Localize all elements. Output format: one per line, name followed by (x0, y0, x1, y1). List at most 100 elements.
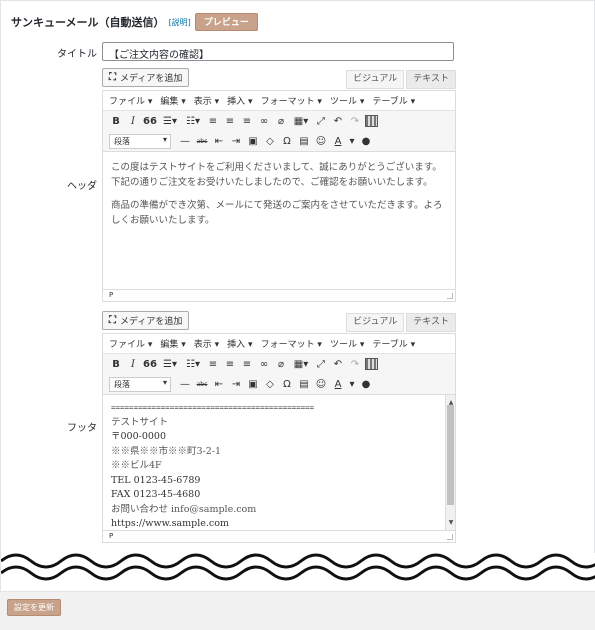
footer-scrollbar[interactable]: ▲ ▼ (445, 395, 455, 530)
menu-table[interactable]: テーブル ▾ (372, 337, 415, 350)
quote-icon[interactable]: 66 (143, 359, 157, 370)
kitchen-sink-icon[interactable] (365, 115, 378, 127)
section-title: サンキューメール（自動送信） (11, 16, 165, 29)
read-more-icon[interactable]: ▤ (297, 379, 311, 390)
link-icon[interactable]: ∞ (257, 116, 271, 127)
unlink-icon[interactable]: ⌀ (274, 116, 288, 127)
table-icon[interactable]: ▦▾ (291, 116, 311, 127)
paste-text-icon[interactable]: ▣ (246, 136, 260, 147)
footer-line-2: テストサイト (111, 416, 169, 428)
menu-insert[interactable]: 挿入 ▾ (227, 337, 252, 350)
align-left-icon[interactable]: ≡ (206, 359, 220, 370)
add-media-label: メディアを追加 (120, 74, 183, 84)
hr-icon[interactable]: — (178, 136, 192, 147)
align-center-icon[interactable]: ≡ (223, 116, 237, 127)
undo-icon[interactable]: ↶ (331, 359, 345, 370)
update-settings-button[interactable]: 設定を更新 (7, 599, 61, 616)
outdent-icon[interactable]: ⇤ (212, 379, 226, 390)
align-right-icon[interactable]: ≡ (240, 116, 254, 127)
scroll-down-icon[interactable]: ▼ (446, 515, 455, 530)
menu-edit[interactable]: 編集 ▾ (160, 94, 185, 107)
clear-format-icon[interactable]: ◇ (263, 379, 277, 390)
bullet-list-icon[interactable]: ☰▾ (160, 359, 180, 370)
special-char-icon[interactable]: Ω (280, 136, 294, 147)
align-right-icon[interactable]: ≡ (240, 359, 254, 370)
bold-icon[interactable]: B (109, 359, 123, 370)
footer-line-5: ※※ビル4F (111, 460, 162, 471)
menu-bar: ファイル ▾ 編集 ▾ 表示 ▾ 挿入 ▾ フォーマット ▾ ツール ▾ テーブ… (103, 91, 455, 111)
menu-format[interactable]: フォーマット ▾ (261, 94, 322, 107)
indent-icon[interactable]: ⇥ (229, 379, 243, 390)
menu-insert[interactable]: 挿入 ▾ (227, 94, 252, 107)
kitchen-sink-icon[interactable] (365, 358, 378, 370)
text-color-dropdown-icon[interactable]: ▾ (348, 136, 356, 147)
menu-file[interactable]: ファイル ▾ (109, 337, 152, 350)
add-media-label: メディアを追加 (120, 317, 183, 327)
text-color-icon[interactable]: A (331, 379, 345, 390)
tab-text[interactable]: テキスト (406, 70, 456, 89)
quote-icon[interactable]: 66 (143, 116, 157, 127)
wave-divider (1, 553, 595, 591)
help-icon[interactable]: ● (359, 379, 373, 390)
preview-button[interactable]: プレビュー (194, 13, 258, 31)
title-label: タイトル (57, 49, 97, 60)
tab-visual[interactable]: ビジュアル (346, 70, 405, 89)
add-media-button[interactable]: ⛶ メディアを追加 (102, 311, 190, 330)
media-icon: ⛶ (109, 315, 116, 326)
redo-icon[interactable]: ↷ (348, 116, 362, 127)
strikethrough-icon[interactable]: abc (195, 138, 209, 145)
menu-file[interactable]: ファイル ▾ (109, 94, 152, 107)
special-char-icon[interactable]: Ω (280, 379, 294, 390)
scroll-thumb[interactable] (447, 405, 454, 505)
numbered-list-icon[interactable]: ☷▾ (183, 359, 203, 370)
footer-content[interactable]: ========================================… (102, 395, 456, 531)
hr-icon[interactable]: — (178, 379, 192, 390)
italic-icon[interactable]: I (126, 116, 140, 127)
table-icon[interactable]: ▦▾ (291, 359, 311, 370)
menu-bar: ファイル ▾ 編集 ▾ 表示 ▾ 挿入 ▾ フォーマット ▾ ツール ▾ テーブ… (103, 334, 455, 354)
header-content[interactable]: この度はテストサイトをご利用くださいまして、誠にありがとうございます。 下記の通… (102, 152, 456, 290)
footer-label: フッタ (67, 423, 97, 434)
redo-icon[interactable]: ↷ (348, 359, 362, 370)
unlink-icon[interactable]: ⌀ (274, 359, 288, 370)
numbered-list-icon[interactable]: ☷▾ (183, 116, 203, 127)
menu-view[interactable]: 表示 ▾ (194, 94, 219, 107)
outdent-icon[interactable]: ⇤ (212, 136, 226, 147)
toolbar-row-1: B I 66 ☰▾ ☷▾ ≡ ≡ ≡ ∞ ⌀ ▦▾ ⤢ ↶ ↷ (103, 354, 455, 374)
bullet-list-icon[interactable]: ☰▾ (160, 116, 180, 127)
text-color-dropdown-icon[interactable]: ▾ (348, 379, 356, 390)
bold-icon[interactable]: B (109, 116, 123, 127)
menu-view[interactable]: 表示 ▾ (194, 337, 219, 350)
undo-icon[interactable]: ↶ (331, 116, 345, 127)
clear-format-icon[interactable]: ◇ (263, 136, 277, 147)
add-media-button[interactable]: ⛶ メディアを追加 (102, 68, 190, 87)
strikethrough-icon[interactable]: abc (195, 381, 209, 388)
emoji-icon[interactable]: ☺ (314, 379, 328, 390)
paste-text-icon[interactable]: ▣ (246, 379, 260, 390)
fullscreen-icon[interactable]: ⤢ (314, 116, 328, 127)
menu-tools[interactable]: ツール ▾ (330, 94, 364, 107)
link-icon[interactable]: ∞ (257, 359, 271, 370)
read-more-icon[interactable]: ▤ (297, 136, 311, 147)
indent-icon[interactable]: ⇥ (229, 136, 243, 147)
align-center-icon[interactable]: ≡ (223, 359, 237, 370)
menu-tools[interactable]: ツール ▾ (330, 337, 364, 350)
settings-panel: サンキューメール（自動送信） [説明] プレビュー タイトル 【ご注文内容の確認… (0, 0, 595, 592)
align-left-icon[interactable]: ≡ (206, 116, 220, 127)
fullscreen-icon[interactable]: ⤢ (314, 359, 328, 370)
status-path: P (102, 290, 456, 302)
help-icon[interactable]: ● (359, 136, 373, 147)
emoji-icon[interactable]: ☺ (314, 136, 328, 147)
italic-icon[interactable]: I (126, 359, 140, 370)
format-select[interactable]: 段落 (109, 133, 171, 149)
title-input[interactable]: 【ご注文内容の確認】 (102, 42, 454, 61)
footer-line-1: ========================================… (111, 403, 315, 412)
format-select[interactable]: 段落 (109, 376, 171, 392)
tab-visual[interactable]: ビジュアル (346, 313, 405, 332)
text-color-icon[interactable]: A (331, 136, 345, 147)
menu-format[interactable]: フォーマット ▾ (261, 337, 322, 350)
tab-text[interactable]: テキスト (406, 313, 456, 332)
help-link[interactable]: [説明] (169, 17, 191, 28)
menu-edit[interactable]: 編集 ▾ (160, 337, 185, 350)
menu-table[interactable]: テーブル ▾ (372, 94, 415, 107)
